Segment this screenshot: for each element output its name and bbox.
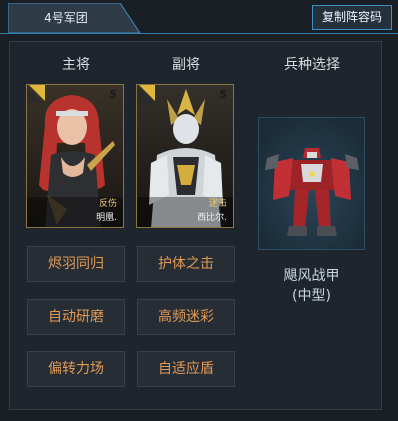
skill-button[interactable]: 护体之击	[137, 246, 235, 282]
skill-button[interactable]: 偏转力场	[27, 351, 125, 387]
army-tab-label: 4号军团	[44, 11, 88, 25]
level-badge-icon	[27, 85, 45, 103]
level-badge-icon	[137, 85, 155, 103]
unit-name-line2: (中型)	[292, 288, 331, 304]
level-badge-number: 5	[109, 88, 117, 101]
copy-lineup-code-button[interactable]: 复制阵容码	[312, 5, 392, 30]
card-general-name: 西比尔.	[197, 213, 227, 223]
card-general-name: 明凰.	[96, 213, 117, 223]
unit-name-line1: 飓风战甲	[283, 268, 340, 284]
unit-name: 飓风战甲 (中型)	[258, 266, 365, 306]
vice-general-card[interactable]: 5 迷击 西比尔.	[136, 84, 234, 228]
skill-button[interactable]: 烬羽同归	[27, 246, 125, 282]
header-divider	[0, 33, 398, 34]
unit-select-slot[interactable]	[258, 117, 365, 250]
vice-general-heading: 副将	[172, 57, 200, 73]
level-badge-number: 5	[219, 88, 227, 101]
army-tab[interactable]: 4号军团	[8, 3, 140, 33]
card-skill-tag: 反伤	[98, 199, 117, 209]
main-general-heading: 主将	[62, 57, 90, 73]
skill-button[interactable]: 自适应盾	[137, 351, 235, 387]
unit-select-heading: 兵种选择	[284, 57, 340, 73]
mech-unit-icon	[259, 118, 364, 249]
army-panel-root: 4号军团 复制阵容码 主将 副将 兵种选择 5 反伤 明凰. 5 迷击 西比尔.…	[0, 0, 398, 421]
skill-button[interactable]: 自动研磨	[27, 299, 125, 335]
card-skill-tag: 迷击	[208, 199, 227, 209]
main-general-card[interactable]: 5 反伤 明凰.	[26, 84, 124, 228]
skill-button[interactable]: 高频迷彩	[137, 299, 235, 335]
